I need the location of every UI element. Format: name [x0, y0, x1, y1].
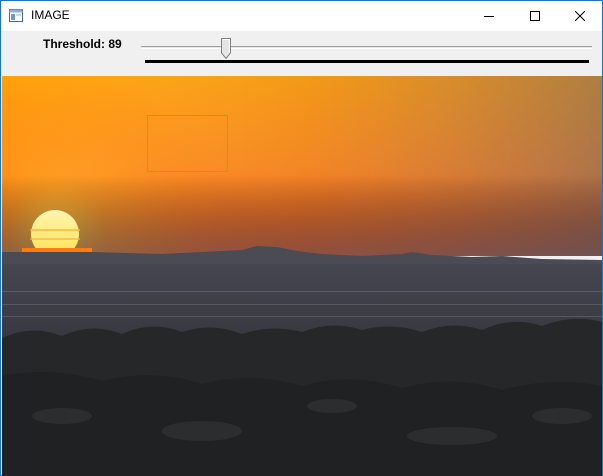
trackbar-panel: Threshold: 89 [1, 31, 602, 76]
slider-baseline [145, 60, 589, 63]
threshold-slider-track[interactable] [141, 46, 592, 49]
sunset-image [2, 76, 602, 476]
minimize-icon [484, 16, 494, 17]
app-window-icon [9, 9, 23, 22]
threshold-slider-thumb[interactable] [220, 38, 231, 59]
maximize-button[interactable] [512, 1, 558, 31]
close-icon [575, 11, 585, 21]
title-bar[interactable]: IMAGE [1, 1, 602, 31]
image-window: IMAGE Threshold: 89 [0, 0, 603, 476]
window-title: IMAGE [31, 8, 70, 22]
maximize-icon [530, 11, 540, 21]
close-button[interactable] [557, 1, 603, 31]
image-display [2, 76, 602, 476]
threshold-label: Threshold: 89 [43, 37, 122, 51]
minimize-button[interactable] [466, 1, 512, 31]
